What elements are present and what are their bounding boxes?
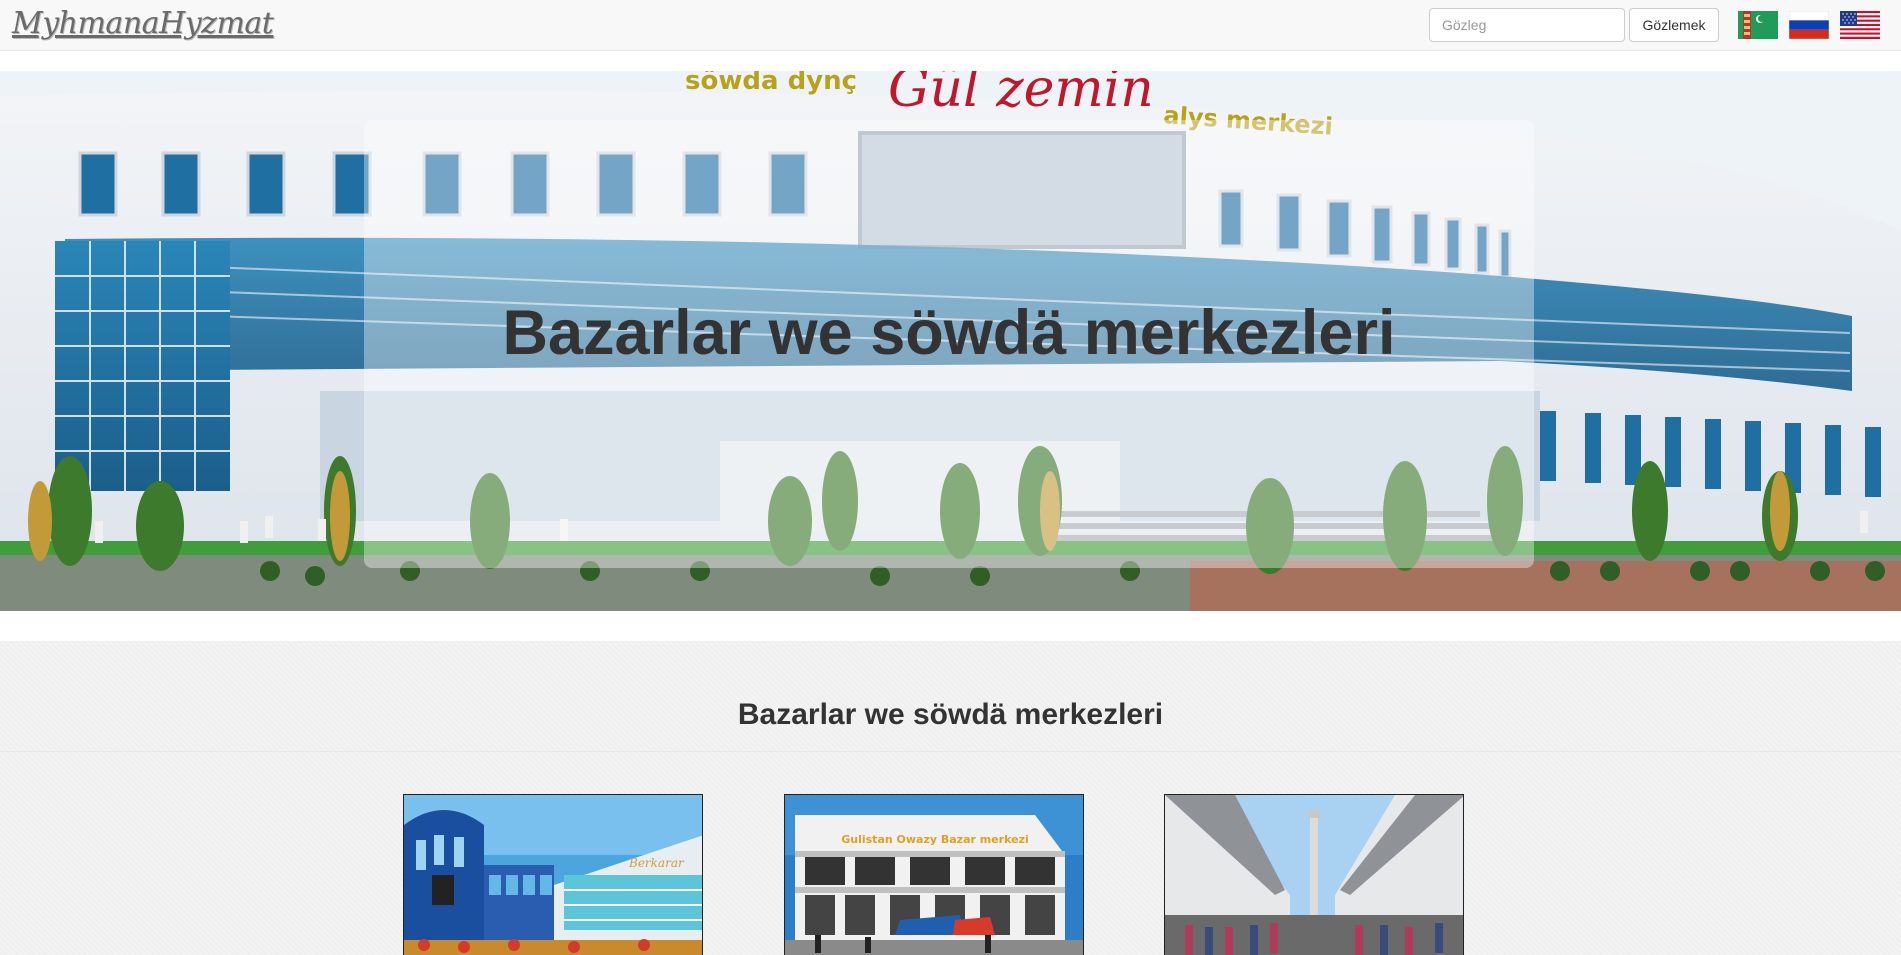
- markets-section: Bazarlar we söwdä merkezleri Berkarar Gu…: [0, 641, 1901, 955]
- sign-text-1: söwda dynç: [685, 71, 857, 96]
- section-divider: [0, 751, 1901, 752]
- market-card[interactable]: [1164, 794, 1464, 955]
- section-title: Bazarlar we söwdä merkezleri: [737, 698, 1164, 731]
- turkmen-flag-icon[interactable]: [1738, 11, 1778, 39]
- russian-flag-icon[interactable]: [1789, 11, 1829, 39]
- shopping-center-photo: Berkarar: [404, 795, 702, 955]
- search-input[interactable]: [1429, 8, 1625, 42]
- usa-flag-icon[interactable]: [1840, 11, 1880, 39]
- market-card[interactable]: Gulistan Owazy Bazar merkezi: [784, 794, 1084, 955]
- hero-banner: söwda dynç Gül zemin alys merkezi Bazarl…: [0, 71, 1901, 611]
- covered-market-photo: [1165, 795, 1463, 955]
- navbar: MyhmanaHyzmat Gözlemek: [0, 0, 1901, 51]
- sign-text-2: Gül zemin: [888, 71, 1154, 119]
- hero-title: Bazarlar we söwdä merkezleri: [502, 298, 1396, 368]
- market-building-photo: Gulistan Owazy Bazar merkezi: [785, 795, 1083, 955]
- brand-logo[interactable]: MyhmanaHyzmat: [12, 4, 274, 44]
- market-sign: Gulistan Owazy Bazar merkezi: [841, 833, 1029, 846]
- search-button[interactable]: Gözlemek: [1629, 8, 1719, 42]
- svg-text:Berkarar: Berkarar: [628, 856, 685, 870]
- market-card[interactable]: Berkarar: [403, 794, 703, 955]
